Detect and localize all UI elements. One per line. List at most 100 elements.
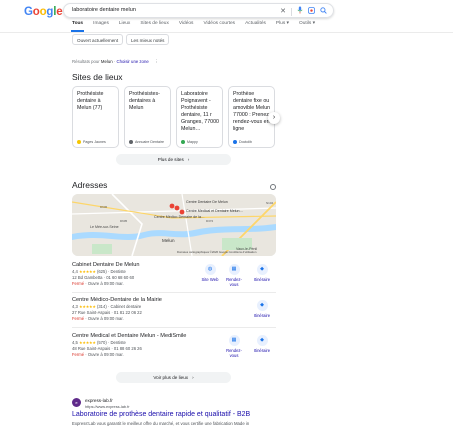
website-button[interactable]: ◍ Site Web: [198, 264, 222, 282]
logo-letter: G: [24, 6, 33, 18]
mappy-favicon-icon: [181, 140, 185, 144]
site-card[interactable]: Prothésiste dentaire à Melun (77) Pages …: [72, 86, 119, 148]
directions-button[interactable]: ◆ Itinéraire: [250, 300, 274, 318]
tab-sites-de-lieux[interactable]: Sites de lieux: [140, 21, 169, 26]
results-prefix: Résultats pour: [72, 59, 100, 64]
search-tabs: Tous Images Lieux Sites de lieux Vidéos …: [70, 21, 315, 32]
tabs-divider: [0, 32, 453, 33]
site-card-title: Prothésiste dentaire à Melun (77): [77, 91, 104, 111]
tab-lieux[interactable]: Lieux: [119, 21, 130, 26]
status-badge: Fermé: [72, 352, 85, 357]
star-rating-icon: ★★★★★: [79, 340, 96, 345]
tab-tous[interactable]: Tous: [70, 21, 85, 32]
calendar-icon: ▦: [228, 264, 240, 275]
results-location: Résultats pour Melun · Choisir une zone …: [72, 59, 159, 64]
map-label: Centre Médico-Dentaire de la…: [154, 215, 205, 219]
place-name[interactable]: Cabinet Dentaire De Melun: [72, 262, 139, 268]
site-card[interactable]: Laboratoire Poignavent - Prothésiste den…: [176, 86, 223, 148]
rating-value: 4,4: [72, 269, 78, 274]
map-road-label: D605: [120, 219, 128, 223]
place-rating: 4,4 ★★★★★ (625) · Dentiste: [72, 269, 126, 274]
results-place: Melun: [100, 59, 113, 64]
place-hours: Fermé · Ouvre à 09:00 mar.: [72, 281, 124, 286]
search-input[interactable]: laboratoire dentaire melun: [72, 7, 136, 13]
site-card-source-label: Doctolib: [239, 140, 252, 144]
doctolib-favicon-icon: [233, 140, 237, 144]
site-card-source: Pages Jaunes: [77, 140, 106, 144]
booking-label: Rendez-vous: [226, 348, 242, 358]
more-places-label: Voir plus de lieux: [153, 375, 189, 380]
site-card[interactable]: Prothésistes-dentaires à Melun Annuaire …: [124, 86, 171, 148]
map[interactable]: Centre Dentaire De Melun Centre Médico-D…: [72, 194, 276, 256]
result-url[interactable]: https://www.express-lab.fr: [85, 404, 130, 409]
tab-plus[interactable]: Plus ▾: [276, 21, 289, 26]
google-logo[interactable]: Google: [24, 6, 63, 18]
review-count[interactable]: (570): [97, 340, 107, 345]
more-options-icon[interactable]: ⋮: [154, 59, 158, 64]
star-rating-icon: ★★★★★: [79, 269, 96, 274]
booking-button[interactable]: ▦ Rendez-vous: [222, 335, 246, 358]
search-box[interactable]: laboratoire dentaire melun ✕: [63, 3, 334, 18]
result-site-name[interactable]: express-lab.fr: [85, 398, 113, 403]
site-card-source: Doctolib: [233, 140, 252, 144]
divider: [291, 8, 292, 16]
map-attribution[interactable]: Données cartographiques ©2026 Google Con…: [177, 250, 256, 254]
map-canvas[interactable]: Centre Dentaire De Melun Centre Médico-D…: [72, 194, 276, 256]
review-count[interactable]: (314): [97, 304, 107, 309]
tab-videos-courtes[interactable]: Vidéos courtes: [203, 21, 235, 26]
filter-open-now[interactable]: Ouvert actuellement: [72, 34, 124, 45]
directions-button[interactable]: ◆ Itinéraire: [250, 264, 274, 282]
map-label: Melun: [162, 238, 175, 243]
place-hours: Fermé · Ouvre à 09:00 mar.: [72, 316, 124, 321]
map-road-label: D636: [100, 205, 108, 209]
site-card-source: Annuaire Dentaire: [129, 140, 164, 144]
place-name[interactable]: Centre Medical et Dentaire Melun - MediS…: [72, 333, 186, 339]
annuaire-favicon-icon: [129, 140, 133, 144]
settings-icon[interactable]: [270, 184, 276, 190]
place-address: 27 Rue Saint-Aspais · 01 81 22 06 22: [72, 310, 142, 315]
star-rating-icon: ★★★★★: [79, 304, 96, 309]
express-lab-favicon-icon: e: [72, 398, 81, 407]
tab-images[interactable]: Images: [93, 21, 109, 26]
directions-label: Itinéraire: [253, 277, 271, 282]
map-label: Le Mée-sur-Seine: [90, 225, 119, 229]
tab-videos[interactable]: Vidéos: [179, 21, 194, 26]
tab-actualites[interactable]: Actualités: [245, 21, 266, 26]
directions-label: Itinéraire: [253, 313, 271, 318]
search-icon[interactable]: [320, 6, 327, 18]
place-rating: 4,3 ★★★★★ (314) · Cabinet dentaire: [72, 304, 142, 309]
close-icon[interactable]: ✕: [280, 7, 286, 17]
more-sites-button[interactable]: Plus de sites ›: [116, 154, 231, 165]
place-name[interactable]: Centre Médico-Dentaire de la Mairie: [72, 297, 162, 303]
map-label: Centre Dentaire De Melun: [186, 200, 228, 204]
place-rating: 4,5 ★★★★★ (570) · Dentiste: [72, 340, 126, 345]
site-card-source: Mappy: [181, 140, 198, 144]
place-divider: [72, 292, 276, 293]
status-badge: Fermé: [72, 281, 85, 286]
globe-icon: ◍: [204, 264, 216, 275]
map-label: Centre Medical et Dentaire Melun…: [186, 209, 244, 213]
directions-button[interactable]: ◆ Itinéraire: [250, 335, 274, 353]
filter-top-rated[interactable]: Les mieux notés: [126, 34, 170, 45]
change-zone-link[interactable]: Choisir une zone: [116, 59, 148, 64]
rating-value: 4,3: [72, 304, 78, 309]
lens-icon[interactable]: [308, 6, 315, 18]
tab-outils[interactable]: Outils ▾: [299, 21, 315, 26]
booking-label: Rendez-vous: [226, 277, 242, 287]
place-category: Dentiste: [110, 340, 126, 345]
chevron-right-icon: ›: [192, 375, 194, 380]
logo-letter: o: [32, 6, 40, 18]
more-sites-label: Plus de sites: [157, 157, 184, 162]
more-places-button[interactable]: Voir plus de lieux ›: [116, 372, 231, 383]
site-card-title: Laboratoire Poignavent - Prothésiste den…: [181, 91, 219, 132]
booking-button[interactable]: ▦ Rendez-vous: [222, 264, 246, 287]
chevron-right-icon[interactable]: ›: [268, 112, 280, 124]
review-count[interactable]: (625): [97, 269, 107, 274]
mic-icon[interactable]: [297, 6, 303, 18]
map-road-label: D372: [206, 219, 214, 223]
site-card-title: Prothésistes-dentaires à Melun: [129, 91, 160, 111]
map-pin-icon: [174, 205, 180, 211]
result-title-link[interactable]: Laboratoire de prothèse dentaire rapide …: [72, 411, 250, 418]
site-card-source-label: Pages Jaunes: [83, 140, 106, 144]
chevron-right-icon: ›: [187, 157, 190, 162]
